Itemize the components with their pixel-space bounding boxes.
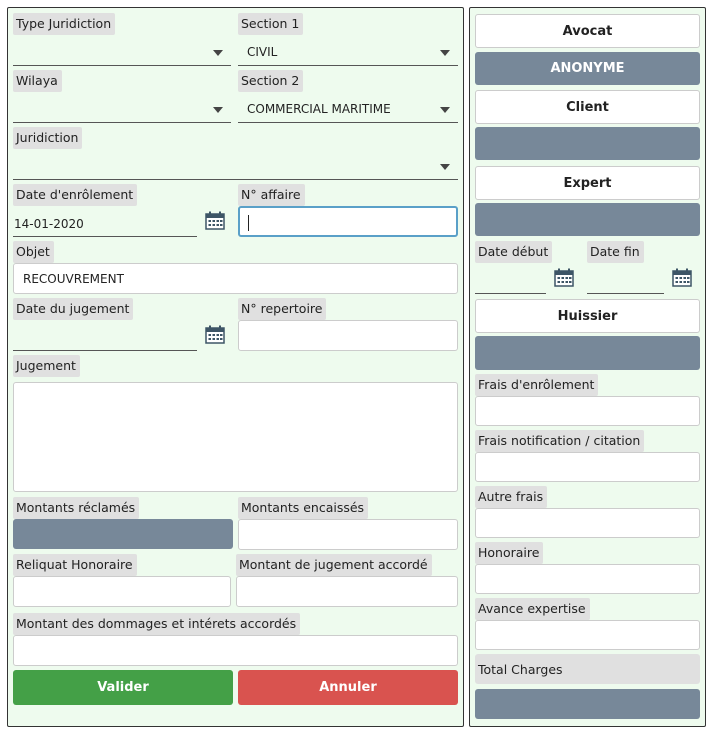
frais-enrolement-input[interactable] bbox=[475, 396, 700, 426]
avocat-value-field: ANONYME bbox=[475, 52, 700, 85]
section2-label: Section 2 bbox=[238, 70, 304, 92]
huissier-button[interactable]: Huissier bbox=[475, 299, 700, 333]
date-debut-input[interactable] bbox=[475, 268, 546, 294]
frais-notification-label: Frais notification / citation bbox=[475, 430, 645, 452]
expert-button[interactable]: Expert bbox=[475, 166, 700, 200]
objet-value: RECOUVREMENT bbox=[23, 272, 124, 286]
avance-expertise-label: Avance expertise bbox=[475, 598, 590, 620]
section2-select[interactable]: COMMERCIAL MARITIME bbox=[238, 97, 458, 123]
avocat-button[interactable]: Avocat bbox=[475, 14, 700, 48]
honoraire-label: Honoraire bbox=[475, 542, 544, 564]
calendar-icon[interactable] bbox=[205, 325, 225, 344]
calendar-icon[interactable] bbox=[554, 268, 574, 287]
total-charges-header: Total Charges bbox=[475, 654, 700, 684]
num-affaire-label: N° affaire bbox=[238, 184, 305, 206]
chevron-down-icon bbox=[440, 164, 450, 170]
total-charges-field bbox=[475, 689, 700, 719]
montant-jugement-accorde-input[interactable] bbox=[236, 576, 458, 607]
reliquat-honoraire-label: Reliquat Honoraire bbox=[13, 554, 137, 576]
montants-encaisses-label: Montants encaissés bbox=[238, 497, 369, 519]
date-fin-input[interactable] bbox=[587, 268, 664, 294]
montants-reclames-field bbox=[13, 519, 233, 549]
client-value-field bbox=[475, 127, 700, 160]
calendar-icon[interactable] bbox=[205, 211, 225, 230]
num-repertoire-input[interactable] bbox=[238, 320, 458, 351]
wilaya-label: Wilaya bbox=[13, 70, 62, 92]
autre-frais-label: Autre frais bbox=[475, 486, 548, 508]
autre-frais-input[interactable] bbox=[475, 508, 700, 538]
expert-value-field bbox=[475, 203, 700, 236]
montant-jugement-accorde-label: Montant de jugement accordé bbox=[236, 554, 432, 576]
chevron-down-icon bbox=[213, 107, 223, 113]
annuler-button[interactable]: Annuler bbox=[238, 670, 458, 705]
jugement-label: Jugement bbox=[13, 355, 80, 377]
frais-notification-input[interactable] bbox=[475, 452, 700, 482]
num-repertoire-label: N° repertoire bbox=[238, 298, 327, 320]
date-jugement-input[interactable] bbox=[13, 325, 197, 351]
calendar-icon[interactable] bbox=[672, 268, 692, 287]
client-button[interactable]: Client bbox=[475, 90, 700, 124]
num-affaire-input[interactable] bbox=[238, 206, 458, 237]
date-enrolement-input[interactable]: 14-01-2020 bbox=[13, 211, 197, 237]
chevron-down-icon bbox=[440, 50, 450, 56]
juridiction-label: Juridiction bbox=[13, 127, 83, 149]
juridiction-select[interactable] bbox=[13, 154, 458, 180]
frais-enrolement-label: Frais d'enrôlement bbox=[475, 374, 599, 396]
text-cursor bbox=[248, 215, 249, 231]
objet-label: Objet bbox=[13, 241, 54, 263]
chevron-down-icon bbox=[440, 107, 450, 113]
section1-value: CIVIL bbox=[247, 45, 278, 59]
wilaya-select[interactable] bbox=[13, 97, 231, 123]
montant-dommages-label: Montant des dommages et intérets accordé… bbox=[13, 613, 301, 635]
chevron-down-icon bbox=[213, 50, 223, 56]
avance-expertise-input[interactable] bbox=[475, 620, 700, 650]
montants-encaisses-input[interactable] bbox=[238, 519, 458, 550]
date-enrolement-value: 14-01-2020 bbox=[14, 217, 84, 231]
date-fin-label: Date fin bbox=[587, 241, 644, 263]
section2-value: COMMERCIAL MARITIME bbox=[247, 102, 391, 116]
date-jugement-label: Date du jugement bbox=[13, 298, 134, 320]
objet-input[interactable]: RECOUVREMENT bbox=[13, 263, 458, 294]
date-enrolement-label: Date d'enrôlement bbox=[13, 184, 138, 206]
jugement-textarea[interactable] bbox=[13, 382, 458, 492]
montant-dommages-input[interactable] bbox=[13, 635, 458, 666]
reliquat-honoraire-input[interactable] bbox=[13, 576, 231, 607]
type-juridiction-select[interactable] bbox=[13, 40, 231, 66]
total-charges-label: Total Charges bbox=[478, 662, 563, 677]
section1-label: Section 1 bbox=[238, 13, 304, 35]
honoraire-input[interactable] bbox=[475, 564, 700, 594]
section1-select[interactable]: CIVIL bbox=[238, 40, 458, 66]
valider-button[interactable]: Valider bbox=[13, 670, 233, 705]
type-juridiction-label: Type Juridiction bbox=[13, 13, 116, 35]
montants-reclames-label: Montants réclamés bbox=[13, 497, 140, 519]
date-debut-label: Date début bbox=[475, 241, 553, 263]
huissier-value-field bbox=[475, 336, 700, 370]
